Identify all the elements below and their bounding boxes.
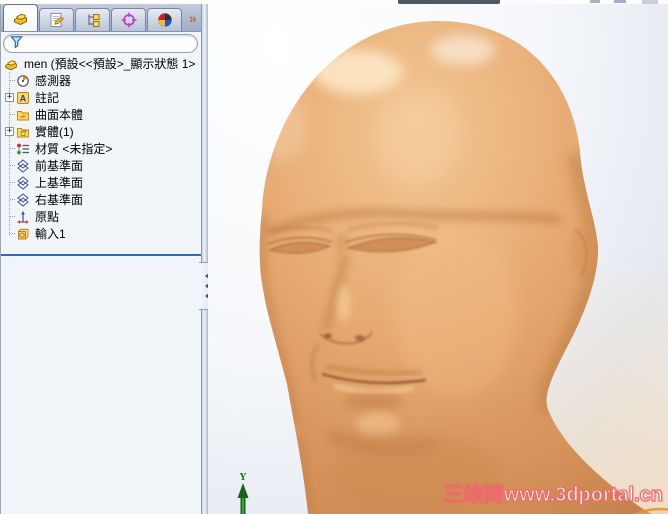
tree-guide [3, 106, 16, 123]
plane-icon [16, 158, 31, 173]
tab-displaymanager[interactable] [147, 8, 182, 31]
tree-item-annotations[interactable]: + A 註記 [1, 89, 201, 106]
origin-icon [16, 210, 31, 224]
filter-funnel-icon [9, 34, 24, 54]
toolbar-fragment [590, 0, 600, 3]
plane-icon [16, 175, 31, 190]
tree-guide [3, 191, 16, 208]
tab-dimxpertmanager[interactable] [111, 8, 146, 31]
tab-configurationmanager[interactable] [75, 8, 110, 31]
tree-item-label: 上基準面 [35, 176, 84, 190]
feature-filter-input[interactable] [3, 34, 198, 53]
tree-item-label: 右基準面 [35, 193, 84, 207]
tree-item-material[interactable]: 材質 <未指定> [1, 140, 201, 157]
tree-guide [3, 157, 16, 174]
featuremanager-panel: » men (預設<<預設>_顯示狀態 1> 感測器 + A 註記 曲面本體 +… [0, 4, 201, 514]
tree-guide [3, 174, 16, 191]
tree-guide [3, 208, 16, 225]
panel-viewport-divider[interactable] [201, 4, 208, 514]
configurationmanager-icon [84, 11, 102, 29]
tab-featuremanager[interactable] [3, 4, 38, 31]
propertymanager-icon [48, 11, 66, 29]
tree-item-front-plane[interactable]: 前基準面 [1, 157, 201, 174]
annotations-icon: A [16, 91, 31, 105]
head-model-scene: Y [237, 20, 668, 514]
watermark-text: 三维网www.3dportal.cn [443, 483, 664, 506]
tree-item-label: 註記 [35, 91, 60, 105]
tree-guide [3, 140, 16, 157]
tree-item-top-plane[interactable]: 上基準面 [1, 174, 201, 191]
annotation-letter: A [20, 93, 27, 103]
material-icon [16, 142, 31, 156]
tree-item-label: 曲面本體 [35, 108, 84, 122]
graphics-viewport[interactable]: Y 三维网www.3dportal.cn [208, 4, 668, 514]
tree-root-part[interactable]: men (預設<<預設>_顯示狀態 1> [1, 55, 201, 72]
tree-item-origin[interactable]: 原點 [1, 208, 201, 225]
tree-item-label: 材質 <未指定> [35, 142, 113, 156]
y-axis-label: Y [239, 472, 247, 483]
dimxpertmanager-icon [120, 11, 138, 29]
expand-toggle[interactable]: + [5, 127, 14, 136]
featuremanager-part-icon [12, 9, 30, 27]
tree-item-imported1[interactable]: 輸入1 [1, 225, 201, 242]
tree-item-label: 實體(1) [35, 125, 74, 139]
tree-item-label: 輸入1 [35, 227, 66, 241]
panel-splitter-bar[interactable] [1, 254, 201, 256]
feature-tree: men (預設<<預設>_顯示狀態 1> 感測器 + A 註記 曲面本體 + 實… [1, 55, 201, 242]
mannequin-head-model[interactable] [259, 20, 652, 514]
solid-bodies-folder-icon [16, 125, 31, 139]
orientation-triad-y-axis: Y [237, 472, 249, 514]
tree-item-label: 前基準面 [35, 159, 84, 173]
tree-root-label: men (預設<<預設>_顯示狀態 1> [24, 57, 196, 71]
tree-guide [3, 72, 16, 89]
tree-item-label: 感測器 [35, 74, 72, 88]
surface-bodies-folder-icon [16, 108, 31, 122]
solidworks-window: » men (預設<<預設>_顯示狀態 1> 感測器 + A 註記 曲面本體 +… [0, 0, 668, 514]
tab-propertymanager[interactable] [39, 8, 74, 31]
toolbar-fragment [614, 0, 626, 3]
part-icon [3, 56, 20, 72]
tree-item-label: 原點 [35, 210, 60, 224]
sensors-icon [16, 74, 31, 88]
displaymanager-icon [156, 11, 174, 29]
plane-icon [16, 192, 31, 207]
tree-item-surface-bodies[interactable]: 曲面本體 [1, 106, 201, 123]
imported-feature-icon [16, 227, 31, 241]
expand-toggle[interactable]: + [5, 93, 14, 102]
tree-item-sensors[interactable]: 感測器 [1, 72, 201, 89]
manager-tab-bar: » [1, 4, 201, 32]
tree-item-solid-bodies[interactable]: + 實體(1) [1, 123, 201, 140]
tree-item-right-plane[interactable]: 右基準面 [1, 191, 201, 208]
tab-overflow-chevron[interactable]: » [189, 10, 197, 26]
tree-guide [3, 225, 16, 242]
